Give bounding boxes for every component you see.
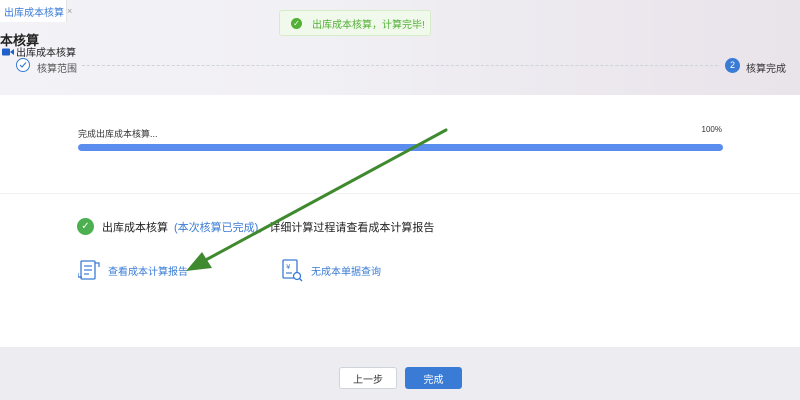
close-icon[interactable]: × (67, 6, 72, 16)
progress-bar (78, 144, 723, 151)
document-search-icon: ¥ (282, 259, 303, 282)
step-done-icon (16, 58, 30, 72)
toast-message: 出库成本核算，计算完毕! (312, 19, 425, 31)
result-detail: ，详细计算过程请查看成本计算报告 (258, 221, 435, 234)
finish-button[interactable]: 完成 (405, 367, 462, 389)
previous-step-button[interactable]: 上一步 (339, 367, 397, 389)
no-cost-doc-query-label: 无成本单据查询 (311, 266, 381, 278)
step-indicator: 核算范围 2 核算完成 (0, 56, 800, 76)
success-toast: ✓ 出库成本核算，计算完毕! (279, 10, 431, 36)
result-message: ✓ 出库成本核算 (本次核算已完成) ，详细计算过程请查看成本计算报告 (77, 218, 434, 235)
no-cost-doc-query-link[interactable]: ¥ 无成本单据查询 (281, 258, 381, 282)
step-connector (82, 65, 718, 66)
result-title: 出库成本核算 (102, 221, 168, 234)
tab-label: 出库成本核算 (4, 7, 64, 19)
progress-label: 完成出库成本核算... (78, 129, 158, 139)
main-card: 完成出库成本核算... 100% ✓ 出库成本核算 (本次核算已完成) ，详细计… (0, 95, 800, 347)
progress-fill (78, 144, 723, 151)
step-complete-label: 核算完成 (746, 64, 786, 75)
video-icon (2, 48, 14, 55)
step-scope-label: 核算范围 (37, 64, 77, 75)
step-active-number: 2 (725, 58, 740, 73)
report-icon (78, 260, 100, 280)
view-cost-report-label: 查看成本计算报告 (108, 266, 188, 278)
svg-text:¥: ¥ (286, 263, 291, 271)
tab-outbound-cost[interactable]: 出库成本核算 × (0, 0, 72, 22)
progress-percent: 100% (701, 125, 722, 134)
check-circle-icon: ✓ (291, 17, 302, 29)
divider (0, 193, 800, 194)
view-cost-report-link[interactable]: 查看成本计算报告 (78, 258, 188, 282)
success-check-icon: ✓ (77, 218, 94, 235)
result-status: (本次核算已完成) (174, 221, 259, 234)
